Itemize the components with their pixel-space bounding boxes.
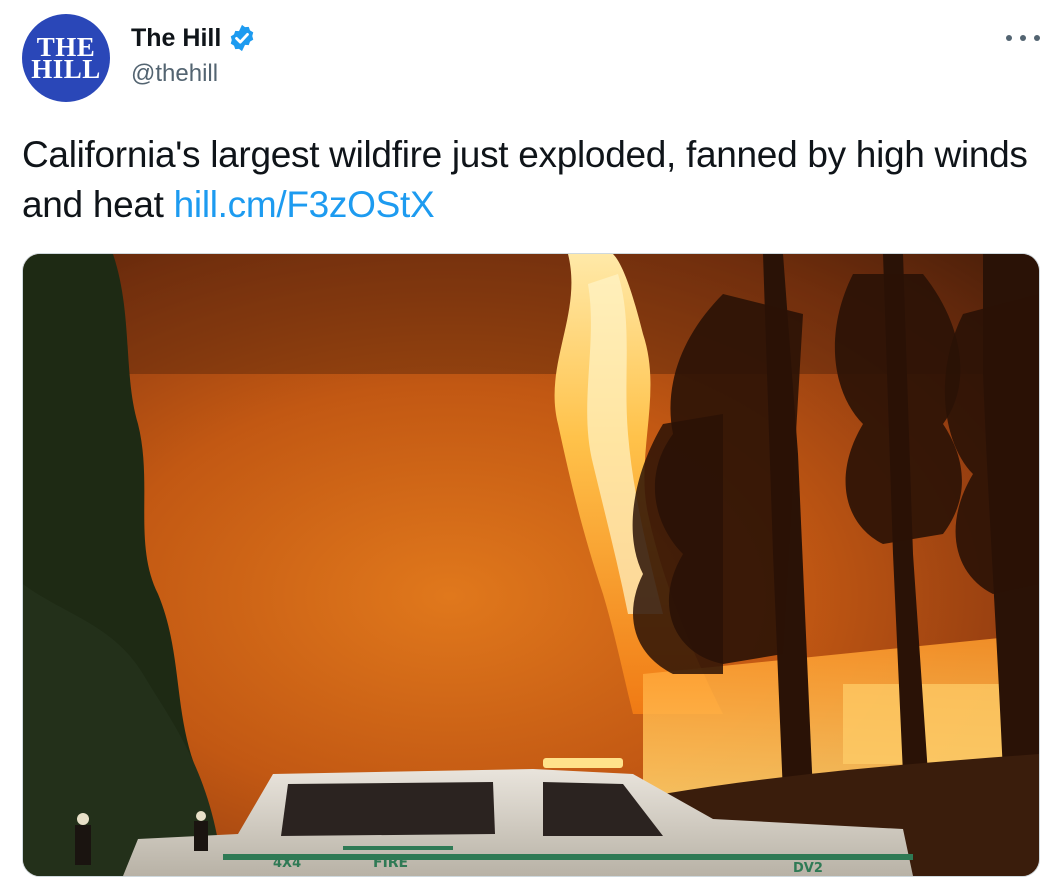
tweet-link[interactable]: hill.cm/F3zOStX [174, 184, 435, 225]
more-dot [1006, 35, 1012, 41]
author-name-row: The Hill [131, 22, 257, 54]
truck-badge: 4X4 [273, 856, 301, 871]
truck-unit-label: DV2 [793, 861, 823, 876]
author-info: The Hill @thehill [131, 22, 257, 88]
tweet-media-image[interactable]: 4X4 FIRE DV2 [22, 253, 1040, 877]
more-options-icon[interactable] [1006, 26, 1040, 50]
more-dot [1034, 35, 1040, 41]
author-handle[interactable]: @thehill [131, 60, 257, 88]
verified-badge-icon [227, 23, 257, 53]
wildfire-photo: 4X4 FIRE DV2 [23, 254, 1039, 876]
avatar-logo-text-bottom: HILL [31, 54, 101, 84]
truck-side-label: FIRE [373, 855, 408, 871]
avatar[interactable]: THE HILL [22, 14, 110, 102]
tweet-text: California's largest wildfire just explo… [22, 130, 1042, 230]
more-dot [1020, 35, 1026, 41]
author-display-name[interactable]: The Hill [131, 24, 221, 53]
